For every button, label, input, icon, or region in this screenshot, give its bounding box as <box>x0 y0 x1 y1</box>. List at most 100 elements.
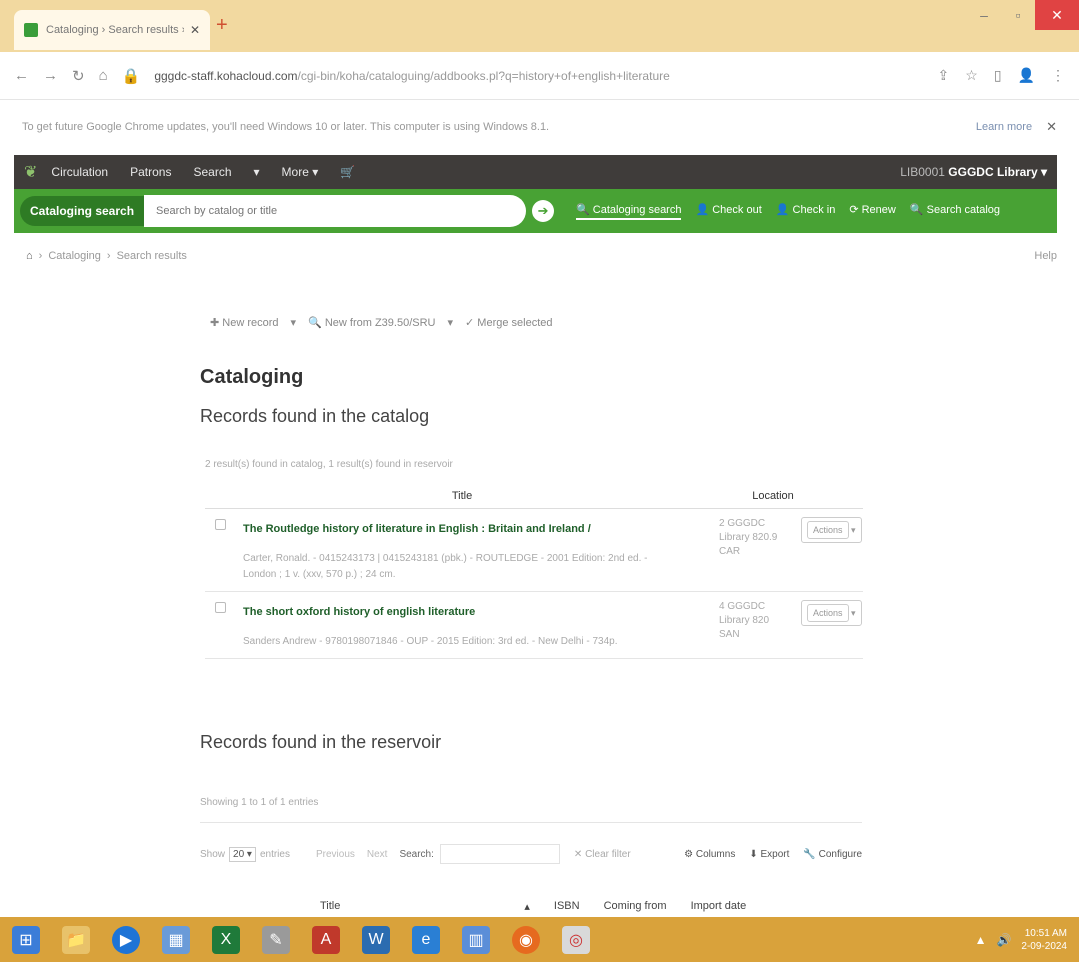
record-title-link[interactable]: The short oxford history of english lite… <box>243 606 683 618</box>
nav-more-label: More <box>281 165 309 179</box>
column-header-coming-from[interactable]: Coming from <box>604 900 667 912</box>
show-label: Show <box>200 848 226 860</box>
link-cataloging-search[interactable]: 🔍 Cataloging search <box>576 203 682 220</box>
search-header: Cataloging search ➔ 🔍 Cataloging search … <box>14 189 1057 233</box>
new-tab-plus-icon[interactable]: + <box>216 14 228 37</box>
page-title: Cataloging <box>200 366 304 388</box>
link-check-in-label: Check in <box>792 203 836 216</box>
record-location: 4 GGGDC Library 820 SAN <box>719 601 770 640</box>
help-link[interactable]: Help <box>1034 250 1057 262</box>
column-header-import-date[interactable]: Import date <box>691 900 747 912</box>
app-icon[interactable]: ▥ <box>462 925 490 954</box>
actions-dropdown-button[interactable]: Actions ▾ <box>801 517 862 543</box>
configure-button[interactable]: 🔧 Configure <box>803 849 862 860</box>
search-submit-icon[interactable]: ➔ <box>532 200 555 222</box>
excel-icon[interactable]: X <box>212 925 240 954</box>
reload-icon[interactable]: ↻ <box>72 67 85 85</box>
minimize-icon[interactable]: – <box>967 0 1001 30</box>
sidepanel-icon[interactable]: ▯ <box>994 67 1002 84</box>
link-search-catalog-label: Search catalog <box>926 203 1001 216</box>
clear-filter-label: Clear filter <box>585 848 631 860</box>
koha-leaf-icon[interactable]: ❦ <box>24 162 37 182</box>
record-title-link[interactable]: The Routledge history of literature in E… <box>243 523 683 535</box>
z3950-dropdown-icon[interactable]: ▾ <box>447 316 453 329</box>
maximize-icon[interactable]: ▫ <box>1001 0 1035 30</box>
columns-button[interactable]: ⚙ Columns <box>684 849 735 860</box>
nav-more[interactable]: More ▾ <box>282 165 319 179</box>
column-header-isbn[interactable]: ISBN <box>554 900 580 912</box>
cart-icon[interactable]: 🛒 <box>340 165 355 179</box>
row-checkbox[interactable] <box>215 519 226 530</box>
library-menu[interactable]: LIB0001 GGGDC Library ▾ <box>900 165 1047 179</box>
chrome-icon[interactable]: ◎ <box>562 925 590 954</box>
share-icon[interactable]: ⇪ <box>938 67 950 84</box>
lock-icon[interactable]: 🔒 <box>122 67 141 85</box>
profile-icon[interactable]: 👤 <box>1018 67 1035 84</box>
word-icon[interactable]: W <box>362 925 390 954</box>
pdf-icon[interactable]: A <box>312 925 340 954</box>
column-header-location[interactable]: Location <box>719 490 827 502</box>
learn-more-link[interactable]: Learn more <box>976 121 1032 133</box>
table-search-input[interactable] <box>439 844 560 864</box>
volume-icon[interactable]: 🔊 <box>996 933 1011 947</box>
taskbar-clock[interactable]: 10:51 AM 2-09-2024 <box>1021 927 1067 953</box>
new-from-z3950-button[interactable]: 🔍 New from Z39.50/SRU <box>308 316 435 329</box>
paint-icon[interactable]: ✎ <box>262 925 290 954</box>
sort-icon[interactable]: ▴ <box>524 900 530 913</box>
link-check-in[interactable]: 👤 Check in <box>776 203 836 220</box>
network-icon[interactable]: ▲ <box>975 933 987 947</box>
actions-label: Actions <box>807 521 849 539</box>
breadcrumb-cataloging[interactable]: Cataloging <box>48 250 101 262</box>
dismiss-infobar-icon[interactable]: ✕ <box>1046 119 1057 135</box>
columns-label: Columns <box>695 848 736 860</box>
previous-page-button[interactable]: Previous <box>316 849 355 860</box>
forward-arrow-icon[interactable]: → <box>43 67 58 84</box>
menu-kebab-icon[interactable]: ⋮ <box>1051 67 1065 84</box>
nav-circulation[interactable]: Circulation <box>51 165 108 179</box>
start-windows-icon[interactable]: ⊞ <box>12 925 40 954</box>
nav-patrons[interactable]: Patrons <box>130 165 171 179</box>
nav-search[interactable]: Search <box>193 165 231 179</box>
link-check-out[interactable]: 👤 Check out <box>695 203 761 220</box>
address-bar: ← → ↻ ⌂ 🔒 gggdc-staff.kohacloud.com/cgi-… <box>0 52 1079 100</box>
file-explorer-icon[interactable]: 📁 <box>62 925 90 954</box>
new-record-dropdown-icon[interactable]: ▾ <box>291 316 297 329</box>
column-header-title[interactable]: Title <box>205 490 719 502</box>
browser-tab[interactable]: Cataloging › Search results › Ko ✕ <box>14 10 210 50</box>
url-host: gggdc-staff.kohacloud.com <box>154 68 298 83</box>
url-field[interactable]: gggdc-staff.kohacloud.com/cgi-bin/koha/c… <box>154 69 937 83</box>
record-description: Sanders Andrew - 9780198071846 - OUP - 2… <box>243 636 618 647</box>
back-arrow-icon[interactable]: ← <box>14 67 29 84</box>
media-player-icon[interactable]: ▶ <box>112 925 140 954</box>
configure-label: Configure <box>818 848 862 860</box>
divider <box>200 822 862 823</box>
dropdown-caret-icon[interactable]: ▾ <box>254 165 260 179</box>
browser-tab-strip: Cataloging › Search results › Ko ✕ + – ▫… <box>0 0 1079 52</box>
search-type-label[interactable]: Cataloging search <box>20 196 145 226</box>
new-from-z3950-label: New from Z39.50/SRU <box>324 317 436 329</box>
cataloging-search-input[interactable] <box>144 195 527 227</box>
new-record-button[interactable]: ✚ New record <box>210 316 279 329</box>
close-tab-icon[interactable]: ✕ <box>190 23 200 37</box>
link-search-catalog[interactable]: 🔍 Search catalog <box>910 203 1000 220</box>
column-header-title[interactable]: Title <box>320 900 340 912</box>
firefox-icon[interactable]: ◉ <box>512 925 540 954</box>
close-window-icon[interactable]: ✕ <box>1035 0 1079 30</box>
export-label: Export <box>760 848 790 860</box>
actions-label: Actions <box>807 604 849 622</box>
actions-dropdown-button[interactable]: Actions ▾ <box>801 600 862 626</box>
next-page-button[interactable]: Next <box>367 849 388 860</box>
internet-explorer-icon[interactable]: e <box>412 925 440 954</box>
clear-filter-button[interactable]: ✕ Clear filter <box>574 849 631 860</box>
page-size-select[interactable]: 20 ▾ <box>229 846 256 862</box>
entries-label: entries <box>259 848 290 860</box>
link-renew[interactable]: ⟳ Renew <box>849 203 896 220</box>
home-icon[interactable]: ⌂ <box>26 250 33 262</box>
merge-selected-button[interactable]: ✓ Merge selected <box>465 316 553 329</box>
koha-favicon-icon <box>24 23 38 37</box>
export-button[interactable]: ⬇ Export <box>749 849 789 860</box>
app-icon[interactable]: ▦ <box>162 925 190 954</box>
row-checkbox[interactable] <box>215 602 226 613</box>
bookmark-star-icon[interactable]: ☆ <box>965 67 978 84</box>
home-icon[interactable]: ⌂ <box>99 67 108 84</box>
